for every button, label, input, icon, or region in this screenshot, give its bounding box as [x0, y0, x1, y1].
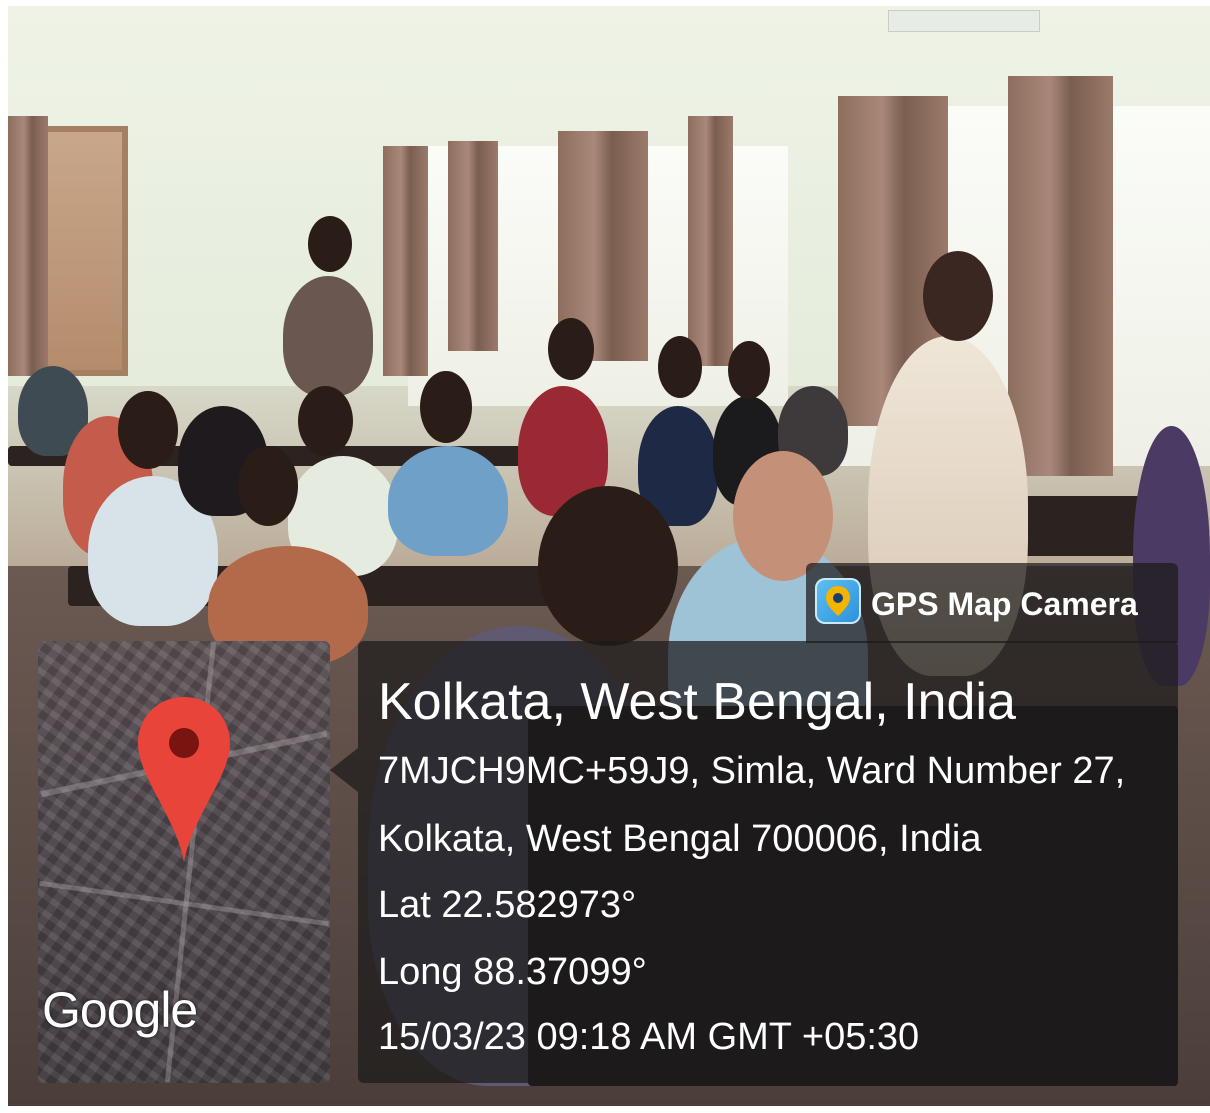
- student: [283, 276, 373, 396]
- google-logo: Google: [42, 982, 198, 1038]
- latitude: Lat 22.582973°: [378, 884, 637, 926]
- curtain: [383, 146, 428, 376]
- curtain: [448, 141, 498, 351]
- curtain: [1008, 76, 1113, 476]
- longitude: Long 88.37099°: [378, 951, 647, 993]
- student-head: [728, 341, 770, 399]
- man-head: [538, 486, 678, 646]
- address-line-2: Kolkata, West Bengal 700006, India: [378, 818, 982, 860]
- map-pin-icon: [138, 697, 230, 862]
- datetime: 15/03/23 09:18 AM GMT +05:30: [378, 1016, 920, 1058]
- student-head: [298, 386, 353, 456]
- app-name: GPS Map Camera: [871, 586, 1138, 622]
- curtain: [688, 116, 733, 366]
- student-head: [420, 371, 472, 443]
- gps-map-camera-app-icon: [815, 578, 861, 624]
- man-head: [733, 451, 833, 581]
- location-title: Kolkata, West Bengal, India: [378, 673, 1016, 731]
- address-line-1: 7MJCH9MC+59J9, Simla, Ward Number 27,: [378, 750, 1126, 792]
- card-pointer: [330, 748, 358, 792]
- student-head: [658, 336, 702, 398]
- teacher-head: [923, 251, 993, 341]
- student-head: [548, 318, 594, 380]
- air-conditioner: [888, 10, 1040, 32]
- student: [388, 446, 508, 556]
- curtain: [8, 116, 48, 376]
- map-thumbnail: Google: [38, 641, 330, 1083]
- student-head: [238, 446, 298, 526]
- student-head: [308, 216, 352, 272]
- student-head: [118, 391, 178, 469]
